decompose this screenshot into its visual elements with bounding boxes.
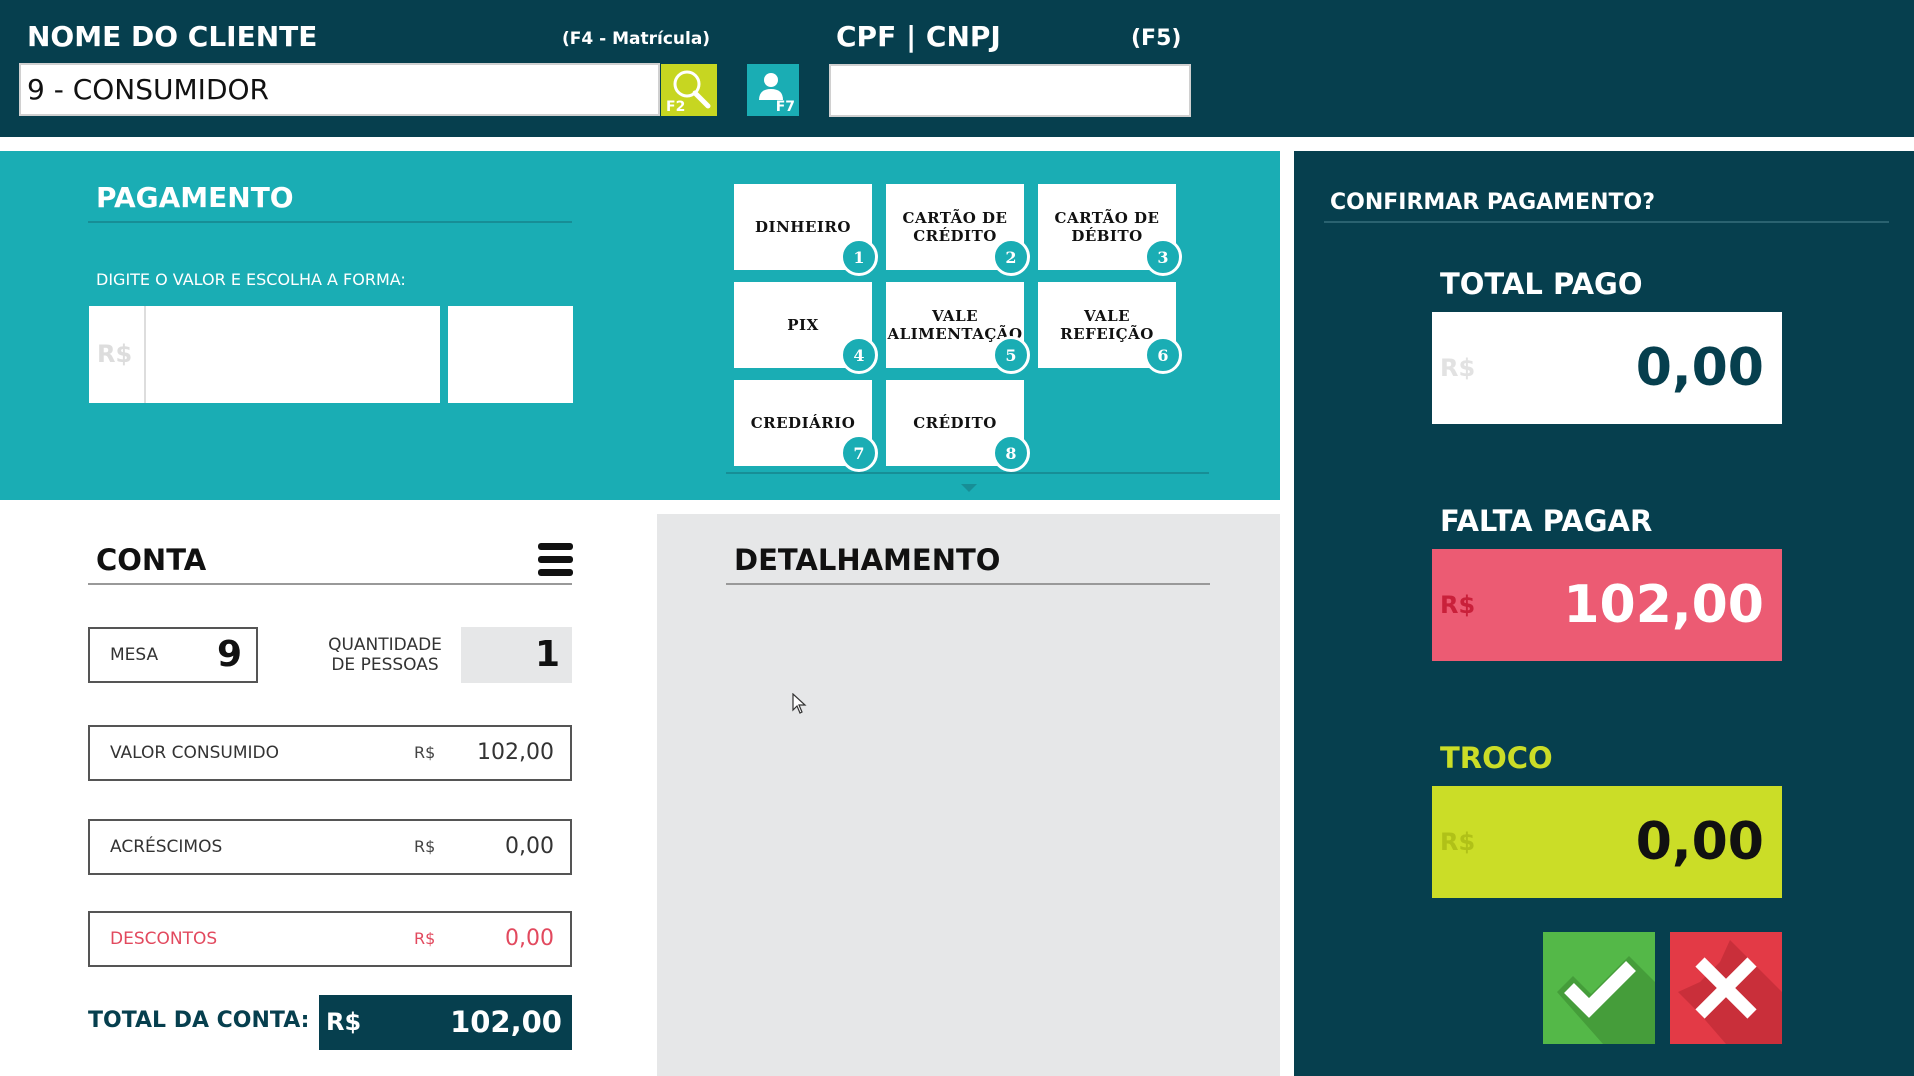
methods-divider xyxy=(726,472,1209,474)
valor-consumido-label: VALOR CONSUMIDO xyxy=(110,743,279,763)
confirm-title: CONFIRMAR PAGAMENTO? xyxy=(1330,190,1655,215)
payment-method-shortcut: 8 xyxy=(992,434,1030,472)
troco-box: R$ 0,00 xyxy=(1432,786,1782,898)
total-conta-value: 102,00 xyxy=(450,1005,562,1039)
cancel-button[interactable] xyxy=(1670,932,1782,1044)
total-pago-label: TOTAL PAGO xyxy=(1440,267,1643,301)
payment-instruction: DIGITE O VALOR E ESCOLHA A FORMA: xyxy=(96,270,406,289)
payment-method-button[interactable]: CREDIÁRIO 7 xyxy=(734,380,878,472)
acrescimos-row[interactable]: ACRÉSCIMOS R$ 0,00 xyxy=(88,819,572,875)
total-pago-box: R$ 0,00 xyxy=(1432,312,1782,424)
menu-icon[interactable] xyxy=(538,543,573,576)
payment-currency: R$ xyxy=(97,340,133,368)
payment-method-button[interactable]: CARTÃO DE DÉBITO 3 xyxy=(1038,184,1182,276)
conta-title: CONTA xyxy=(96,543,207,577)
troco-currency: R$ xyxy=(1440,828,1476,856)
payment-method-shortcut: 5 xyxy=(992,336,1030,374)
payment-extra-input[interactable] xyxy=(448,306,573,403)
payment-method-button[interactable]: CARTÃO DE CRÉDITO 2 xyxy=(886,184,1030,276)
cpf-label: CPF | CNPJ xyxy=(836,20,1001,53)
total-pago-value: 0,00 xyxy=(1635,338,1764,398)
falta-pagar-label: FALTA PAGAR xyxy=(1440,504,1653,538)
expand-arrow-icon[interactable] xyxy=(959,482,979,494)
descontos-label: DESCONTOS xyxy=(110,929,218,949)
payment-method-shortcut: 7 xyxy=(840,434,878,472)
checkmark-icon xyxy=(1557,956,1655,1044)
acrescimos-value: 0,00 xyxy=(505,834,554,859)
confirm-button[interactable] xyxy=(1543,932,1655,1044)
falta-pagar-value: 102,00 xyxy=(1563,575,1764,635)
payment-method-shortcut: 2 xyxy=(992,238,1030,276)
payment-method-button[interactable]: VALE REFEIÇÃO 6 xyxy=(1038,282,1182,374)
acrescimos-currency: R$ xyxy=(414,837,436,856)
payment-method-shortcut: 3 xyxy=(1144,238,1182,276)
payment-method-shortcut: 6 xyxy=(1144,336,1182,374)
user-button[interactable]: F7 xyxy=(747,64,799,116)
payment-method-button[interactable]: PIX 4 xyxy=(734,282,878,374)
qtd-pessoas-value: 1 xyxy=(534,634,560,675)
descontos-row[interactable]: DESCONTOS R$ 0,00 xyxy=(88,911,572,967)
confirm-title-underline xyxy=(1324,221,1889,223)
total-conta-currency: R$ xyxy=(326,1008,362,1036)
detalhamento-underline xyxy=(726,583,1210,585)
menu-icon-bar-3 xyxy=(538,569,573,576)
descontos-currency: R$ xyxy=(414,929,436,948)
falta-pagar-currency: R$ xyxy=(1440,591,1476,619)
payment-method-button[interactable]: VALE ALIMENTAÇÃO 5 xyxy=(886,282,1030,374)
menu-icon-bar-1 xyxy=(538,543,573,550)
conta-title-underline xyxy=(88,583,572,585)
valor-consumido-row: VALOR CONSUMIDO R$ 102,00 xyxy=(88,725,572,781)
mesa-label: MESA xyxy=(110,645,159,665)
valor-consumido-value: 102,00 xyxy=(477,740,554,765)
close-icon xyxy=(1678,940,1782,1044)
client-name-input[interactable]: 9 - CONSUMIDOR xyxy=(19,63,660,116)
search-client-button[interactable]: F2 xyxy=(661,64,717,116)
falta-pagar-box: R$ 102,00 xyxy=(1432,549,1782,661)
detalhamento-panel xyxy=(657,514,1280,1076)
client-hint-label: (F4 - Matrícula) xyxy=(562,29,711,49)
acrescimos-label: ACRÉSCIMOS xyxy=(110,837,223,857)
payment-amount-input[interactable]: R$ xyxy=(89,306,440,403)
payment-method-shortcut: 1 xyxy=(840,238,878,276)
menu-icon-bar-2 xyxy=(538,556,573,563)
detalhamento-title: DETALHAMENTO xyxy=(734,543,1001,577)
valor-consumido-currency: R$ xyxy=(414,743,436,762)
mouse-cursor-icon xyxy=(792,693,807,714)
client-name-label: NOME DO CLIENTE xyxy=(27,20,318,53)
total-pago-currency: R$ xyxy=(1440,354,1476,382)
total-conta-label: TOTAL DA CONTA: xyxy=(88,1008,310,1033)
total-conta-box: R$ 102,00 xyxy=(319,995,572,1050)
troco-value: 0,00 xyxy=(1635,812,1764,872)
payment-method-button[interactable]: DINHEIRO 1 xyxy=(734,184,878,276)
payment-method-button[interactable]: CRÉDITO 8 xyxy=(886,380,1030,472)
payment-title: PAGAMENTO xyxy=(96,181,294,214)
payment-currency-cell: R$ xyxy=(89,306,146,403)
payment-title-underline xyxy=(88,221,572,223)
mesa-value: 9 xyxy=(216,634,242,675)
user-key-label: F7 xyxy=(775,99,795,115)
mesa-box[interactable]: MESA 9 xyxy=(88,627,258,683)
cpf-input[interactable] xyxy=(829,64,1191,117)
troco-label: TROCO xyxy=(1440,741,1553,775)
cpf-hint-label: (F5) xyxy=(1131,26,1182,51)
search-key-label: F2 xyxy=(666,99,686,115)
qtd-pessoas-input[interactable]: 1 xyxy=(461,627,572,683)
qtd-pessoas-label: QUANTIDADE DE PESSOAS xyxy=(328,635,442,675)
descontos-value: 0,00 xyxy=(505,926,554,951)
client-name-value: 9 - CONSUMIDOR xyxy=(27,73,269,106)
payment-method-shortcut: 4 xyxy=(840,336,878,374)
